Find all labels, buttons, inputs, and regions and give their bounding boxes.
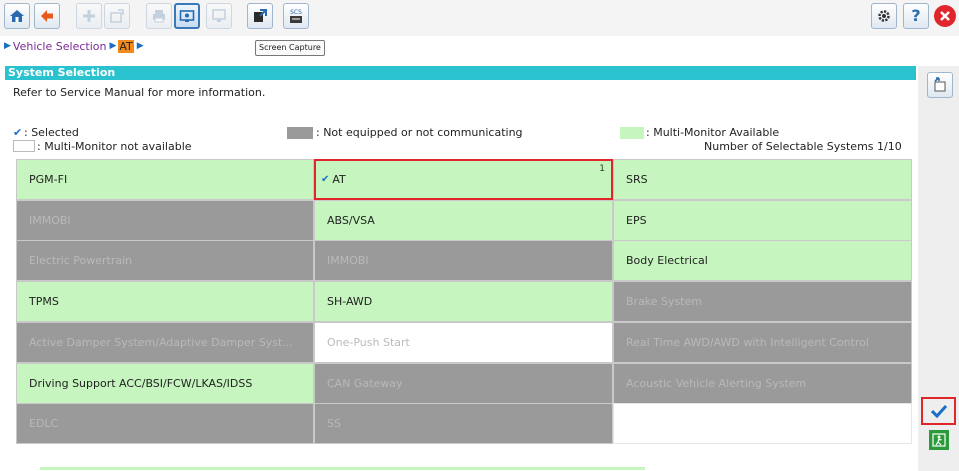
add-button[interactable]: [76, 3, 102, 29]
selectable-systems-count: Number of Selectable Systems 1/10: [704, 140, 902, 153]
system-label: Electric Powertrain: [29, 254, 133, 268]
system-label: TPMS: [29, 295, 59, 309]
question-icon: ?: [911, 6, 921, 25]
system-cell[interactable]: EDLC: [16, 403, 314, 445]
system-label: ABS/VSA: [327, 213, 375, 227]
system-cell[interactable]: Body Electrical: [613, 240, 912, 282]
system-cell[interactable]: TPMS: [16, 281, 314, 323]
breadcrumb: ▶ Vehicle Selection ▶ AT ▶: [4, 38, 146, 54]
back-button[interactable]: [34, 3, 60, 29]
screen-capture-button[interactable]: [174, 3, 200, 29]
system-cell[interactable]: Driving Support ACC/BSI/FCW/LKAS/IDSS: [16, 362, 314, 404]
system-label: IMMOBI: [327, 254, 369, 268]
system-label: Body Electrical: [626, 254, 708, 268]
checkmark-icon: [930, 404, 947, 418]
page-title: System Selection: [5, 66, 916, 80]
printer-icon: [153, 10, 165, 23]
selected-check-icon: ✔: [321, 174, 330, 185]
breadcrumb-arrow-icon: ▶: [136, 41, 144, 51]
right-panel: [918, 66, 959, 471]
edit-icon: [110, 9, 124, 23]
system-cell[interactable]: PGM-FI: [16, 159, 314, 200]
export-icon: [254, 9, 267, 22]
status-strip: [0, 463, 959, 471]
system-cell[interactable]: CAN Gateway: [314, 362, 613, 404]
breadcrumb-at[interactable]: AT: [118, 39, 134, 53]
selected-check-icon: ✔: [13, 126, 23, 139]
system-label: EDLC: [29, 417, 59, 431]
system-cell: [613, 403, 912, 445]
breadcrumb-arrow-icon: ▶: [109, 41, 117, 51]
system-label: Real Time AWD/AWD with Intelligent Contr…: [626, 335, 869, 349]
system-label: Acoustic Vehicle Alerting System: [626, 376, 807, 390]
system-cell[interactable]: IMMOBI: [16, 199, 314, 241]
status-progress-strip: [40, 467, 645, 470]
confirm-button[interactable]: [921, 397, 956, 425]
close-icon: [940, 11, 950, 21]
service-manual-note: Refer to Service Manual for more informa…: [13, 86, 266, 99]
settings-button[interactable]: [871, 3, 897, 29]
monitor-button[interactable]: [206, 3, 232, 29]
gear-icon: [878, 10, 890, 22]
document-arrow-icon: [934, 77, 946, 92]
scs-icon: SCS: [290, 9, 302, 23]
system-cell[interactable]: Real Time AWD/AWD with Intelligent Contr…: [613, 321, 912, 363]
system-cell[interactable]: ABS/VSA: [314, 199, 613, 241]
legend-not-equipped: : Not equipped or not communicating: [316, 126, 523, 139]
help-button[interactable]: ?: [903, 3, 929, 29]
toolbar: SCS ?: [0, 0, 959, 36]
system-cell[interactable]: Active Damper System/Adaptive Damper Sys…: [16, 321, 314, 363]
system-label: EPS: [626, 213, 647, 227]
export-button[interactable]: [247, 3, 273, 29]
system-label: SRS: [626, 173, 648, 186]
selection-order-badge: 1: [599, 164, 605, 174]
back-arrow-icon: [41, 10, 53, 22]
system-cell[interactable]: One-Push Start: [314, 321, 613, 363]
scs-label: SCS: [290, 9, 302, 16]
exit-icon: [932, 433, 946, 447]
system-cell-selected[interactable]: ✔ AT 1: [314, 159, 613, 200]
system-cell[interactable]: SS: [314, 403, 613, 445]
system-label: CAN Gateway: [327, 376, 403, 390]
close-button[interactable]: [934, 5, 956, 27]
print-button[interactable]: [146, 3, 172, 29]
legend-gray-swatch: [287, 127, 313, 139]
legend-green-swatch: [620, 127, 644, 139]
system-label: SH-AWD: [327, 295, 373, 309]
system-label: SS: [327, 417, 341, 431]
plus-icon: [83, 10, 95, 22]
system-cell[interactable]: Electric Powertrain: [16, 240, 314, 282]
monitor-icon: [212, 9, 226, 22]
legend-white-swatch: [13, 140, 35, 152]
camera-icon: [179, 10, 195, 22]
system-label: Active Damper System/Adaptive Damper Sys…: [29, 335, 293, 349]
breadcrumb-vehicle-selection[interactable]: Vehicle Selection: [13, 40, 107, 53]
system-label: Brake System: [626, 295, 703, 309]
legend-not-available: : Multi-Monitor not available: [37, 140, 192, 153]
scs-button[interactable]: SCS: [283, 3, 309, 29]
system-label: Driving Support ACC/BSI/FCW/LKAS/IDSS: [29, 376, 253, 390]
legend-multi-monitor: : Multi-Monitor Available: [646, 126, 780, 139]
system-cell[interactable]: Brake System: [613, 281, 912, 323]
system-label: IMMOBI: [29, 213, 71, 227]
edit-button[interactable]: [104, 3, 130, 29]
home-button[interactable]: [4, 3, 30, 29]
system-label: AT: [332, 173, 346, 186]
exit-button[interactable]: [929, 430, 949, 450]
system-cell[interactable]: SRS: [613, 159, 912, 200]
system-cell[interactable]: EPS: [613, 199, 912, 241]
legend-selected: : Selected: [24, 126, 79, 139]
vehicle-info-button[interactable]: [927, 72, 953, 98]
system-cell[interactable]: Acoustic Vehicle Alerting System: [613, 362, 912, 404]
system-cell[interactable]: SH-AWD: [314, 281, 613, 323]
system-label: PGM-FI: [29, 173, 68, 186]
home-icon: [10, 10, 24, 22]
system-cell[interactable]: IMMOBI: [314, 240, 613, 282]
breadcrumb-arrow-icon: ▶: [4, 41, 11, 51]
screen-capture-tooltip: Screen Capture: [255, 40, 325, 56]
system-label: One-Push Start: [327, 335, 410, 349]
